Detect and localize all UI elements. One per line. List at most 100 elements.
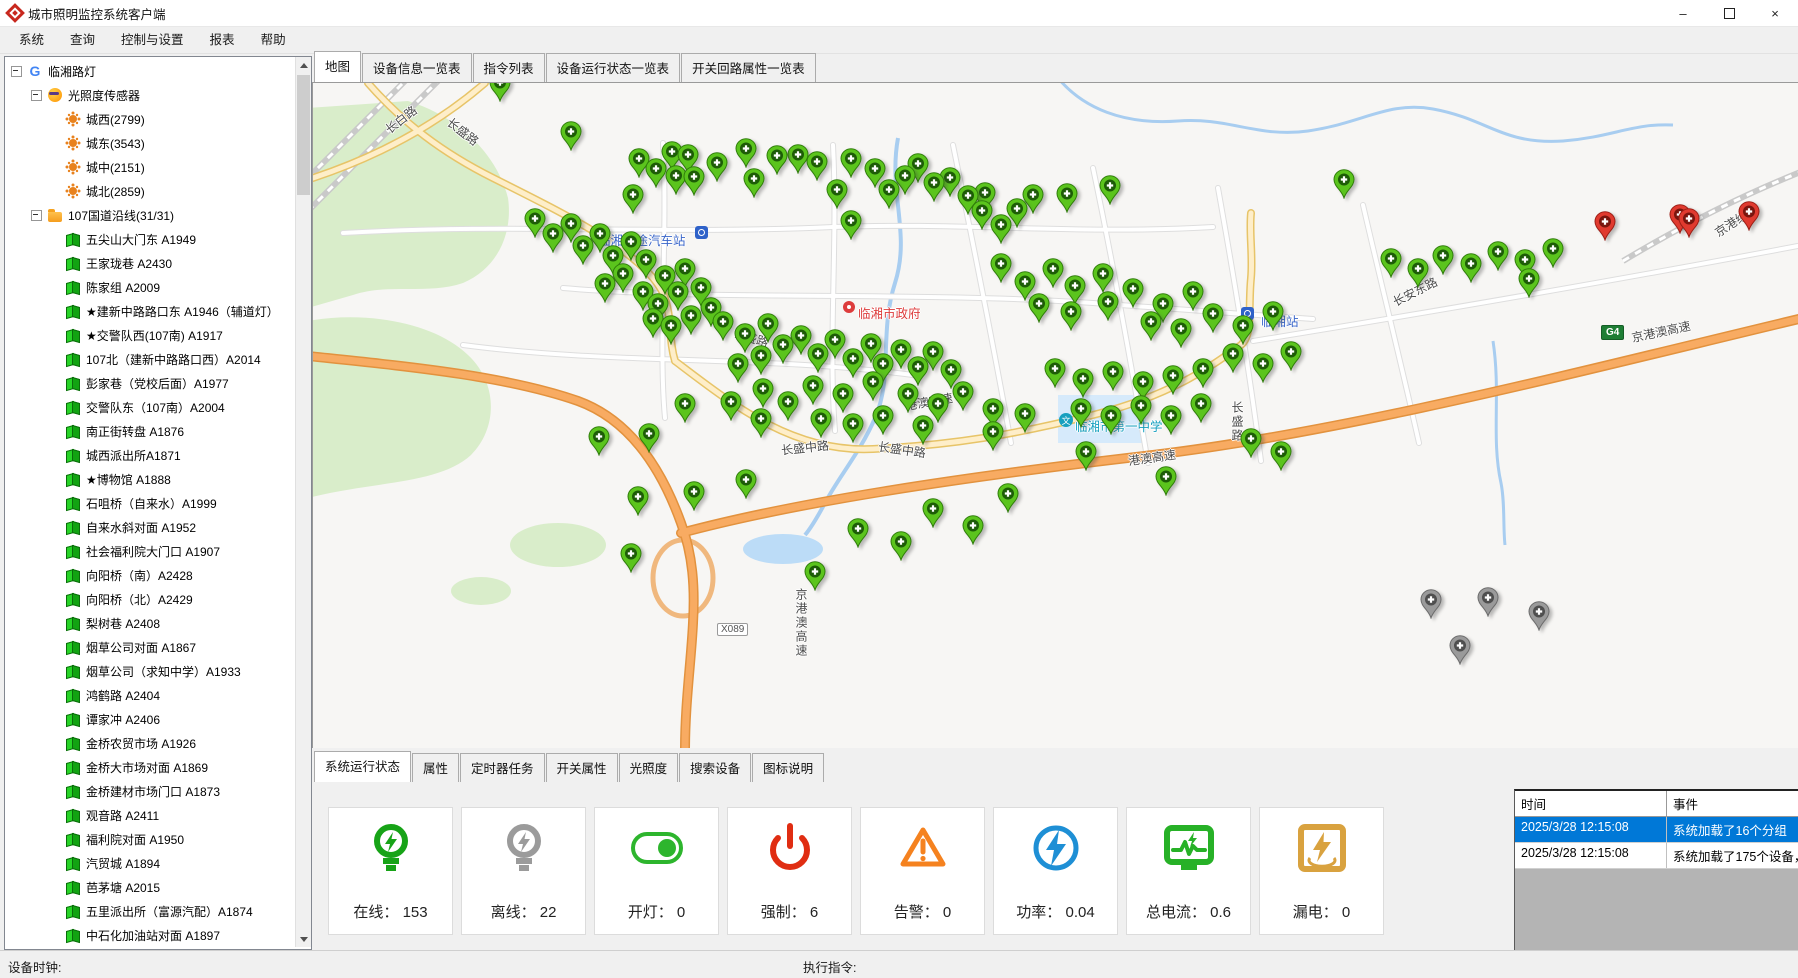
map-pin-green[interactable] [1202,303,1224,333]
map-tab-3[interactable]: 设备运行状态一览表 [546,53,681,82]
map-pin-green[interactable] [1160,405,1182,435]
map-pin-green[interactable] [962,515,984,545]
map-pin-green[interactable] [802,375,824,405]
map-pin-green[interactable] [922,498,944,528]
bottom-tab-1[interactable]: 属性 [412,753,459,782]
map-pin-green[interactable] [1092,263,1114,293]
tree-item-17[interactable]: ★博物馆 A1888 [5,467,293,491]
map-pin-green[interactable] [1518,268,1540,298]
map-pin-green[interactable] [1140,311,1162,341]
map-pin-green[interactable] [1190,393,1212,423]
tree-item-22[interactable]: 向阳桥（北）A2429 [5,587,293,611]
map-pin-green[interactable] [1333,169,1355,199]
map-pin-green[interactable] [542,223,564,253]
scroll-thumb[interactable] [297,75,310,195]
map-pin-green[interactable] [997,483,1019,513]
map-tab-1[interactable]: 设备信息一览表 [362,53,472,82]
tree-item-7[interactable]: 五尖山大门东 A1949 [5,227,293,251]
map-pin-green[interactable] [638,423,660,453]
tree-item-29[interactable]: 金桥大市场对面 A1869 [5,755,293,779]
map-pin-green[interactable] [1407,258,1429,288]
map-pin-green[interactable] [735,138,757,168]
tree-expander-icon[interactable] [11,66,22,77]
map-pin-green[interactable] [683,481,705,511]
map-pin-green[interactable] [1170,318,1192,348]
map-pin-gray[interactable] [1528,601,1550,631]
map-pin-green[interactable] [1380,248,1402,278]
map-pin-red[interactable] [1678,208,1700,238]
map-pin-green[interactable] [1192,358,1214,388]
menu-item-3[interactable]: 报表 [197,28,248,53]
map-pin-green[interactable] [680,305,702,335]
tree-item-27[interactable]: 谭家冲 A2406 [5,707,293,731]
map-pin-green[interactable] [572,235,594,265]
tree-item-31[interactable]: 观音路 A2411 [5,803,293,827]
menu-item-1[interactable]: 查询 [57,28,108,53]
map-pin-green[interactable] [594,273,616,303]
map-pin-green[interactable] [1262,301,1284,331]
tree-item-21[interactable]: 向阳桥（南）A2428 [5,563,293,587]
maximize-button[interactable] [1706,0,1752,26]
map-pin-green[interactable] [897,383,919,413]
map-tab-0[interactable]: 地图 [314,51,361,82]
tree-item-19[interactable]: 自来水斜对面 A1952 [5,515,293,539]
tree-item-5[interactable]: 城北(2859) [5,179,293,203]
tree-scrollbar[interactable] [295,57,311,947]
tree-item-15[interactable]: 南正街转盘 A1876 [5,419,293,443]
tree-item-8[interactable]: 王家珑巷 A2430 [5,251,293,275]
map-pin-gray[interactable] [1477,587,1499,617]
map-pin-green[interactable] [1028,293,1050,323]
tree-item-16[interactable]: 城西派出所A1871 [5,443,293,467]
map-pin-green[interactable] [832,383,854,413]
tree-item-12[interactable]: 107北（建新中路路口西）A2014 [5,347,293,371]
map-pin-green[interactable] [1102,361,1124,391]
map-pin-red[interactable] [1594,211,1616,241]
map-pin-green[interactable] [826,179,848,209]
map-pin-green[interactable] [560,121,582,151]
tree-item-2[interactable]: 城西(2799) [5,107,293,131]
map-pin-green[interactable] [842,413,864,443]
scroll-up-icon[interactable] [296,57,311,73]
event-row-1[interactable]: 2025/3/28 12:15:08系统加载了175个设备，在线153个 [1515,843,1798,869]
tree-item-14[interactable]: 交警队东（107南）A2004 [5,395,293,419]
bottom-tab-2[interactable]: 定时器任务 [460,753,545,782]
map-pin-green[interactable] [772,334,794,364]
map-pin-green[interactable] [750,408,772,438]
map-pin-green[interactable] [907,356,929,386]
map-pin-green[interactable] [1099,175,1121,205]
map-pin-green[interactable] [1070,398,1092,428]
tree-item-35[interactable]: 五里派出所（富源汽配）A1874 [5,899,293,923]
bottom-tab-4[interactable]: 光照度 [619,753,679,782]
map-pin-green[interactable] [1280,341,1302,371]
map-pin-green[interactable] [627,486,649,516]
map-pin-green[interactable] [1460,253,1482,283]
map-pin-green[interactable] [1487,241,1509,271]
map-pin-green[interactable] [766,145,788,175]
map-pin-gray[interactable] [1449,635,1471,665]
map-pin-green[interactable] [840,148,862,178]
map-pin-green[interactable] [1542,238,1564,268]
map-pin-green[interactable] [804,561,826,591]
map-pin-green[interactable] [807,343,829,373]
map-pin-green[interactable] [1270,441,1292,471]
map-tab-2[interactable]: 指令列表 [473,53,545,82]
map-view[interactable]: 临湘长途汽车站临湘市政府临湘站临湘市第一中学长白路长盛路长盛路长盛中路长盛中路港… [312,82,1798,749]
tree-item-10[interactable]: ★建新中路路口东 A1946（辅道灯） [5,299,293,323]
event-row-0[interactable]: 2025/3/28 12:15:08系统加载了16个分组 [1515,817,1798,843]
bottom-tab-6[interactable]: 图标说明 [752,753,824,782]
map-pin-green[interactable] [1056,183,1078,213]
tree-item-1[interactable]: 光照度传感器 [5,83,293,107]
map-pin-green[interactable] [1232,315,1254,345]
map-pin-green[interactable] [743,168,765,198]
map-pin-green[interactable] [923,172,945,202]
map-pin-green[interactable] [1252,353,1274,383]
map-pin-green[interactable] [1162,365,1184,395]
tree-item-11[interactable]: ★交警队西(107南) A1917 [5,323,293,347]
map-pin-green[interactable] [1155,466,1177,496]
map-pin-green[interactable] [1075,441,1097,471]
map-pin-green[interactable] [1044,358,1066,388]
tree-item-25[interactable]: 烟草公司（求知中学）A1933 [5,659,293,683]
map-pin-red[interactable] [1738,201,1760,231]
map-pin-green[interactable] [982,421,1004,451]
map-pin-green[interactable] [1100,405,1122,435]
